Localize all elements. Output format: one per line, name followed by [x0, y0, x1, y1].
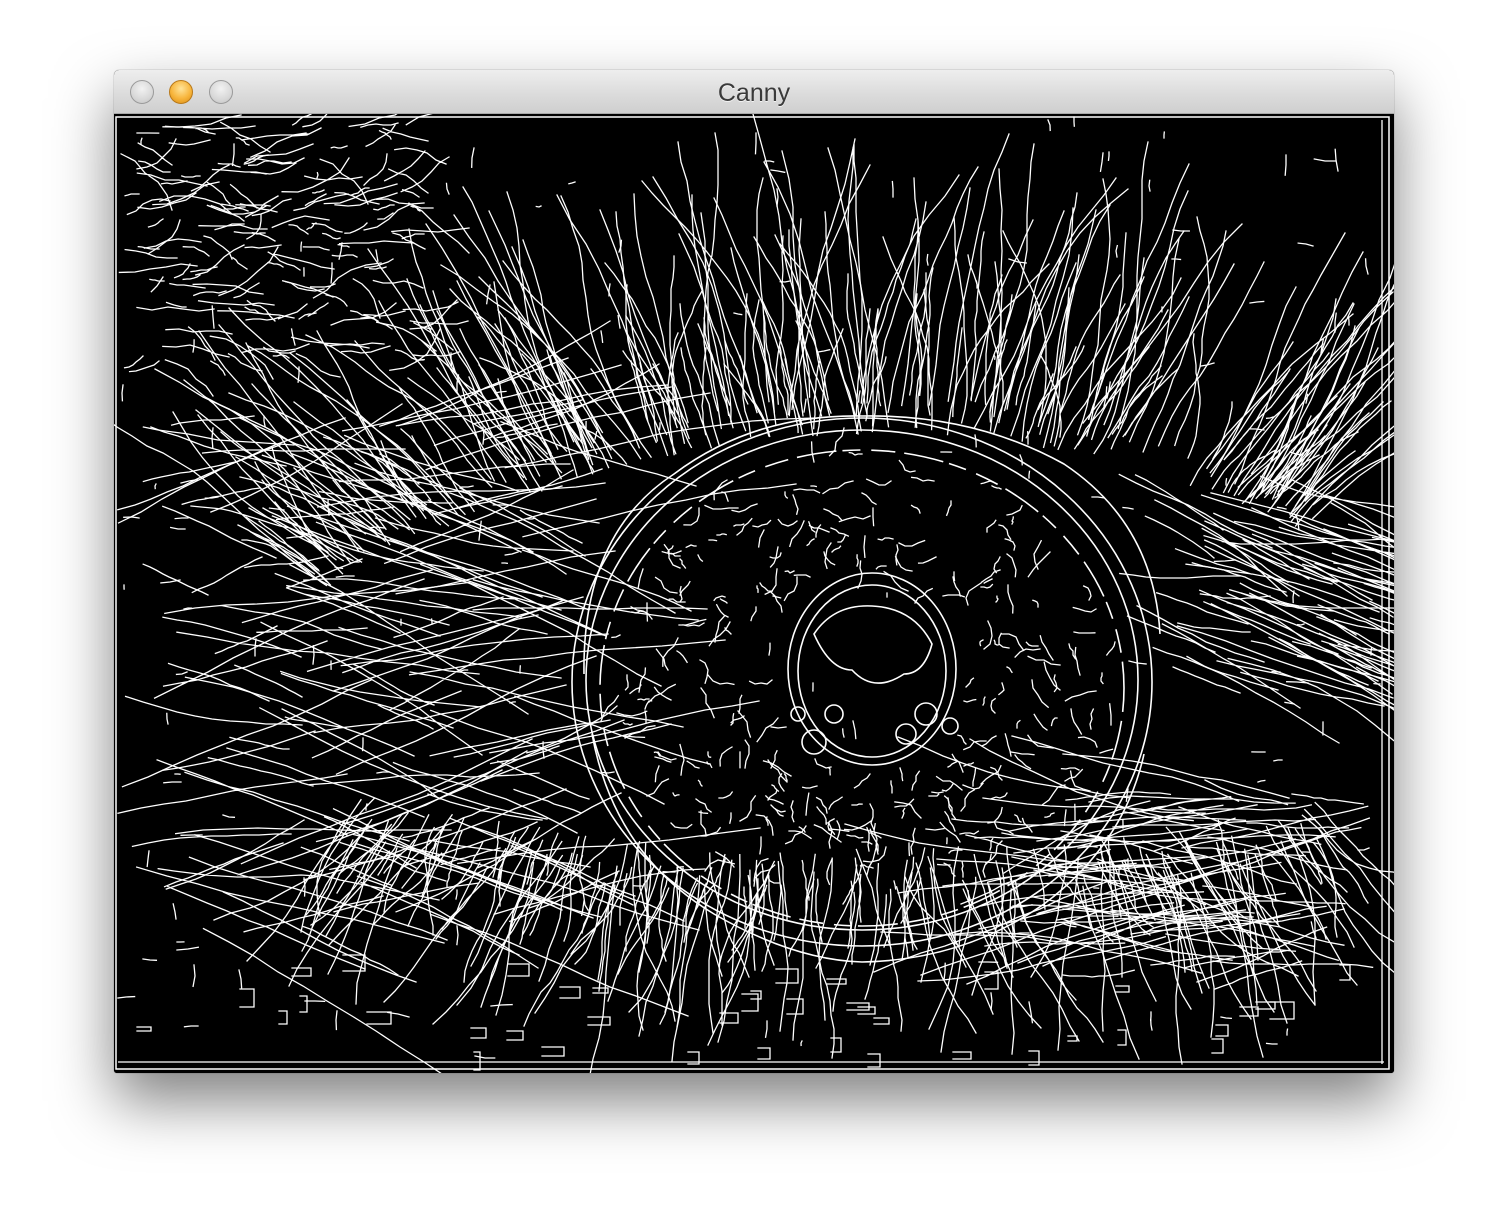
canny-edge-image — [114, 114, 1394, 1073]
edge-map — [114, 114, 1394, 1073]
canny-window: Canny — [114, 70, 1394, 1073]
zoom-button[interactable] — [209, 80, 233, 104]
close-button[interactable] — [130, 80, 154, 104]
window-title: Canny — [717, 79, 791, 107]
title-bar[interactable]: Canny — [114, 70, 1394, 114]
minimize-button[interactable] — [169, 80, 193, 104]
